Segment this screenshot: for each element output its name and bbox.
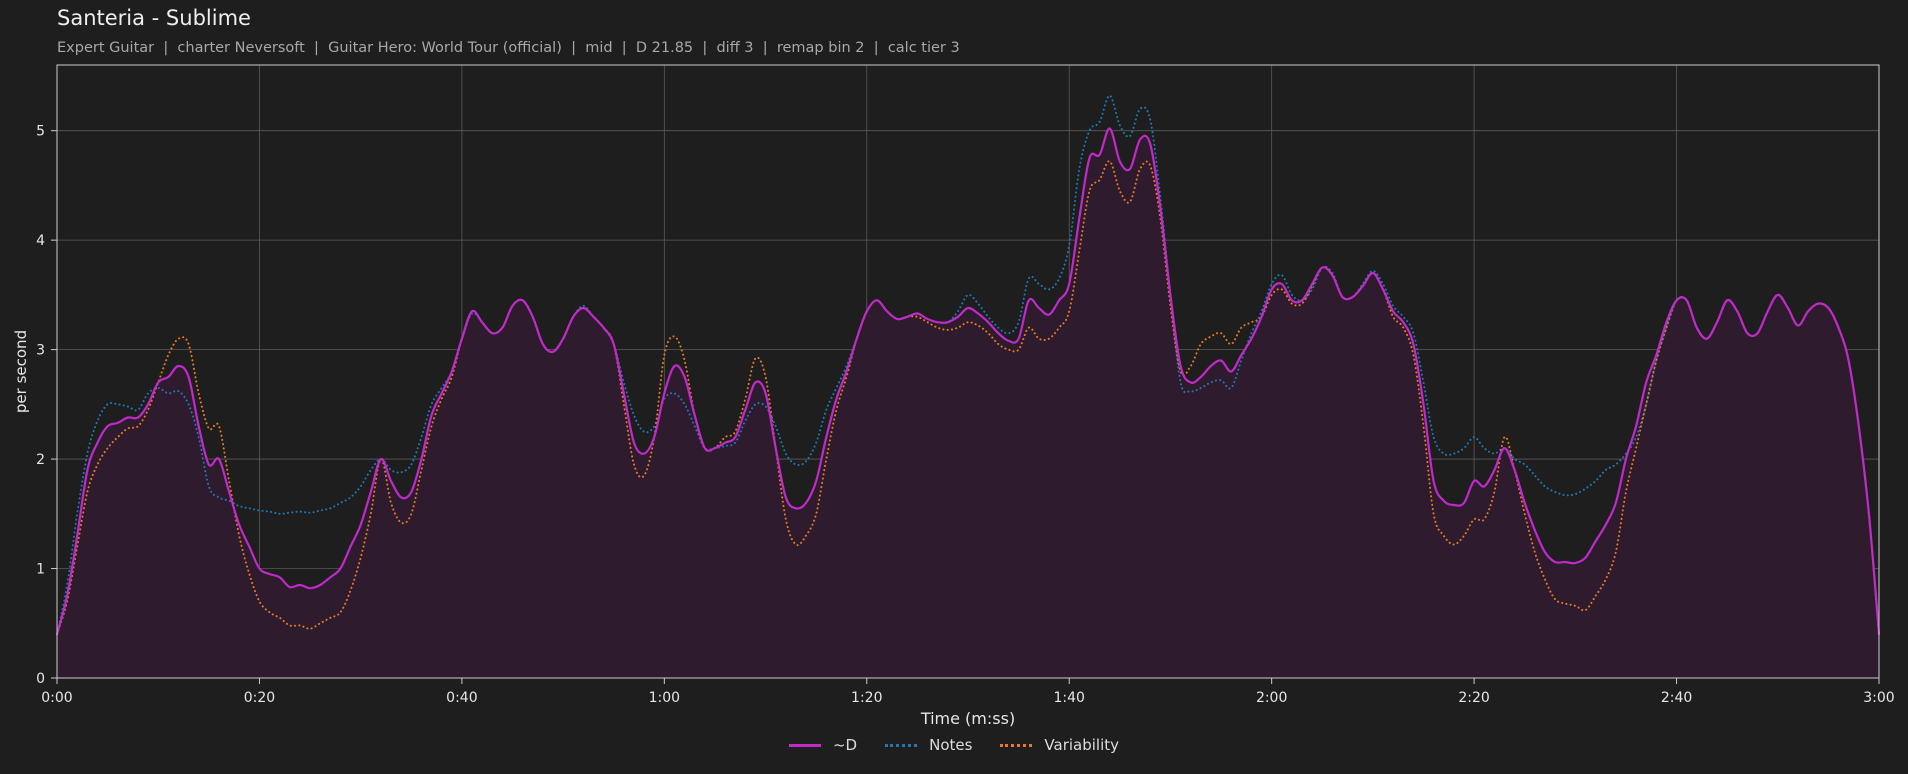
y-axis-label: per second — [12, 330, 30, 413]
d-area-fill — [57, 128, 1879, 679]
x-tick-label: 2:40 — [1661, 690, 1692, 706]
x-tick-label: 0:00 — [41, 690, 72, 706]
legend-swatch-d — [788, 743, 821, 747]
legend-item-notes[interactable]: Notes — [885, 736, 972, 754]
legend-swatch-notes — [885, 743, 918, 747]
x-tick-label: 2:20 — [1458, 690, 1489, 706]
x-tick-label: 1:20 — [851, 690, 882, 706]
y-tick-label: 2 — [36, 452, 45, 468]
legend-label-notes: Notes — [929, 736, 973, 754]
legend-item-d[interactable]: ~D — [788, 736, 858, 754]
x-tick-label: 3:00 — [1863, 690, 1894, 706]
x-tick-label: 0:20 — [244, 690, 275, 706]
y-tick-label: 5 — [36, 124, 45, 140]
y-tick-label: 1 — [36, 562, 45, 578]
y-tick-label: 0 — [36, 671, 45, 687]
legend-swatch-variability — [1000, 743, 1033, 747]
y-tick-label: 4 — [36, 233, 45, 249]
y-tick-label: 3 — [36, 343, 45, 359]
x-tick-label: 1:00 — [649, 690, 680, 706]
x-tick-label: 0:40 — [446, 690, 477, 706]
line-chart: 0:00 0:20 0:40 1:00 1:20 1:40 2:00 2:20 2:40 3:00… — [12, 64, 1895, 728]
legend-label-d: ~D — [832, 736, 858, 754]
legend: ~D Notes Variability — [0, 736, 1908, 754]
x-tick-label: 1:40 — [1053, 690, 1084, 706]
legend-item-variability[interactable]: Variability — [1000, 736, 1119, 754]
x-axis-label: Time (m:ss) — [920, 709, 1015, 728]
x-tick-label: 2:00 — [1256, 690, 1287, 706]
legend-label-variability: Variability — [1044, 736, 1120, 754]
